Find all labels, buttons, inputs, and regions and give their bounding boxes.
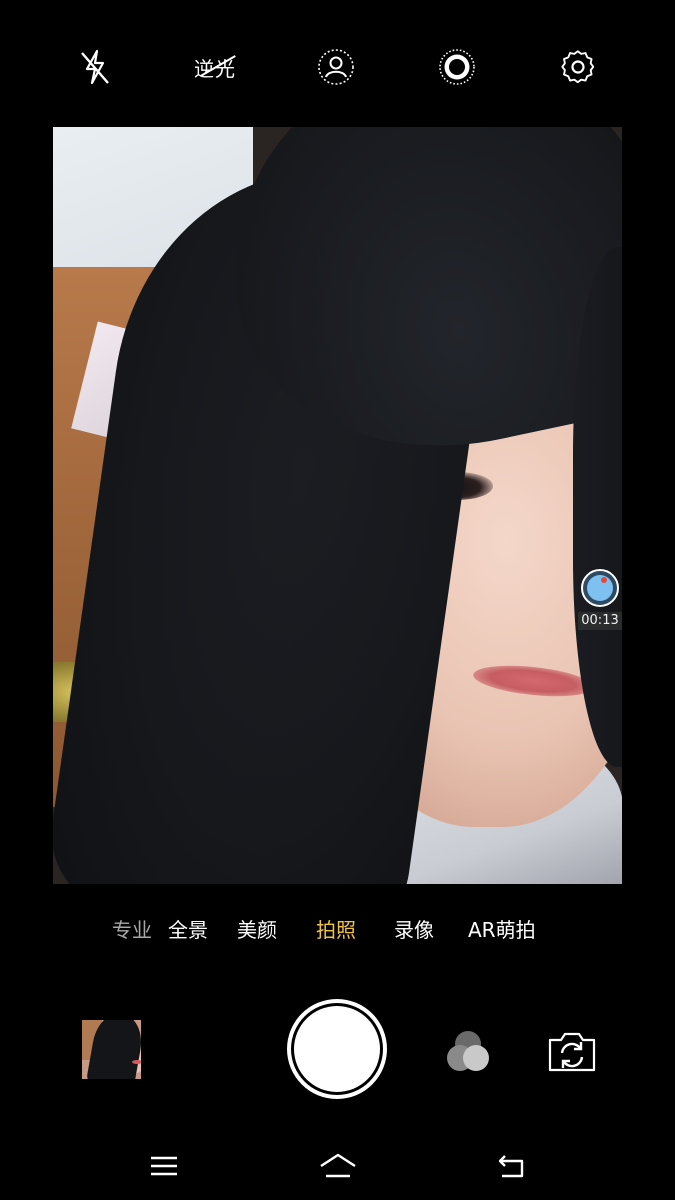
- mode-beauty[interactable]: 美颜: [237, 914, 277, 943]
- backlight-label: 逆光: [194, 53, 236, 82]
- recording-dot: [601, 577, 607, 583]
- recording-indicator[interactable]: [581, 569, 619, 607]
- recording-timer: 00:13: [578, 612, 622, 630]
- shutter-inner: [294, 1006, 380, 1092]
- shutter-gap: [291, 1003, 383, 1095]
- menu-icon[interactable]: [142, 1148, 186, 1184]
- mode-selector: 专业 全景 美颜 拍照 录像 AR萌拍: [0, 906, 675, 950]
- top-toolbar: 逆光: [0, 0, 675, 126]
- switch-camera-icon[interactable]: [547, 1031, 597, 1073]
- flash-off-icon[interactable]: [72, 44, 118, 90]
- shutter-button[interactable]: [287, 999, 387, 1099]
- mode-video[interactable]: 录像: [394, 914, 434, 943]
- camera-screen: 逆光: [0, 0, 675, 1200]
- filter-icon[interactable]: [445, 1029, 491, 1075]
- filter-circle-right: [463, 1045, 489, 1071]
- live-photo-icon[interactable]: [434, 44, 480, 90]
- mode-pro[interactable]: 专业: [112, 914, 152, 943]
- thumb-lip: [132, 1060, 141, 1064]
- home-icon[interactable]: [316, 1148, 360, 1184]
- camera-viewfinder[interactable]: [53, 127, 622, 884]
- backlight-button[interactable]: 逆光: [190, 44, 240, 90]
- back-icon[interactable]: [489, 1148, 533, 1184]
- portrait-icon[interactable]: [313, 44, 359, 90]
- gallery-thumbnail[interactable]: [82, 1020, 141, 1079]
- mode-ar[interactable]: AR萌拍: [468, 914, 536, 943]
- mode-photo[interactable]: 拍照: [316, 914, 356, 943]
- recording-core: [587, 575, 613, 601]
- mode-panorama[interactable]: 全景: [168, 914, 208, 943]
- gear-icon[interactable]: [555, 44, 601, 90]
- backlight-strike: [200, 54, 236, 77]
